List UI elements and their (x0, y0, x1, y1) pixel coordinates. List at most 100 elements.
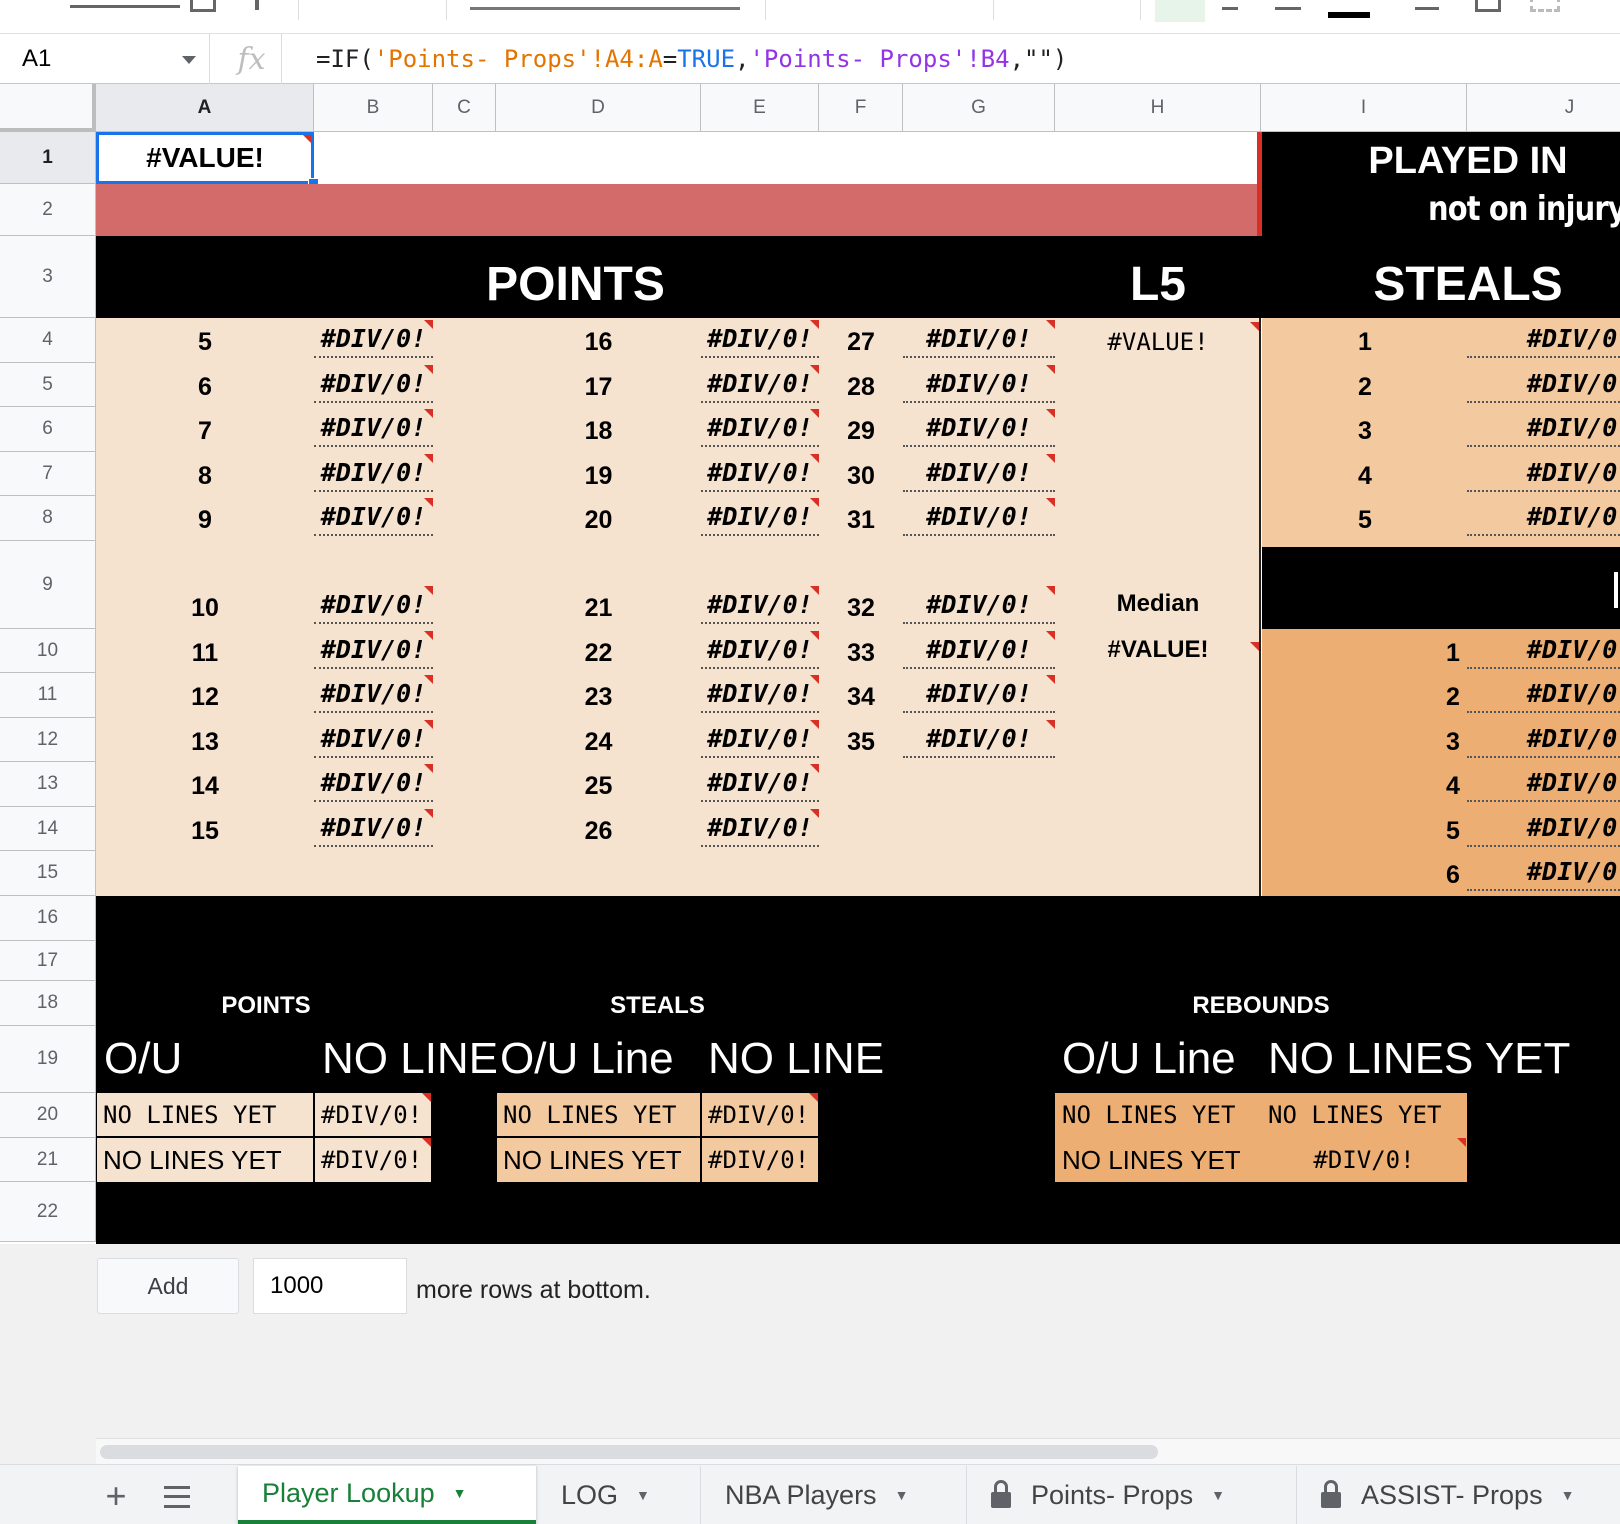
lock-icon (991, 1480, 1011, 1508)
borders-icon[interactable] (1475, 0, 1501, 12)
points-number: 25 (584, 771, 613, 800)
row-header-1[interactable]: 1 (0, 132, 96, 184)
row-header-7[interactable]: 7 (0, 452, 96, 496)
column-header-f[interactable]: F (819, 84, 903, 132)
row-header-19[interactable]: 19 (0, 1026, 96, 1093)
points-line-r20: NO LINES YET (97, 1093, 313, 1136)
steals-error-value: #DIV/0! (1467, 631, 1620, 669)
row-header-12[interactable]: 12 (0, 718, 96, 762)
points-number: 16 (584, 327, 613, 356)
chevron-down-icon[interactable]: ▼ (636, 1487, 650, 1503)
strikethrough-icon[interactable] (1275, 0, 1301, 10)
row-header-22[interactable]: 22 (0, 1182, 96, 1242)
points-result-r20: #DIV/0! (315, 1093, 431, 1136)
column-header-a[interactable]: A (96, 84, 314, 132)
points-number: 33 (847, 638, 875, 667)
sheet-tab-assist-props[interactable]: ASSIST- Props ▼ (1296, 1466, 1620, 1524)
text-color-icon[interactable] (1328, 12, 1370, 18)
add-rows-button[interactable]: Add (97, 1258, 239, 1314)
rows-count-input[interactable] (253, 1258, 407, 1314)
bottom-steals-label: STEALS (610, 992, 705, 1019)
column-header-h[interactable]: H (1055, 84, 1261, 132)
points-error-value: #DIV/0! (314, 720, 433, 758)
merge-icon[interactable] (1530, 0, 1560, 12)
row-header-10[interactable]: 10 (0, 629, 96, 673)
sheet-tab-points-props[interactable]: Points- Props ▼ (966, 1466, 1296, 1524)
points-number: 32 (847, 593, 875, 622)
steals-error-value: #DIV/0! (1467, 853, 1620, 891)
points-error-value: #DIV/0! (903, 454, 1055, 492)
points-error-value: #DIV/0! (903, 365, 1055, 403)
row-header-17[interactable]: 17 (0, 941, 96, 981)
column-header-d[interactable]: D (496, 84, 701, 132)
points-number: 17 (584, 372, 613, 401)
formula-input[interactable]: =IF('Points- Props'!A4:A = TRUE, 'Points- P… (316, 34, 1596, 84)
chevron-down-icon[interactable]: ▼ (1211, 1487, 1225, 1503)
add-rows-button-label: Add (147, 1272, 189, 1299)
points-number: 8 (198, 461, 212, 490)
sheet-tab-nba-players[interactable]: NBA Players ▼ (700, 1466, 966, 1524)
points-error-value: #DIV/0! (701, 675, 819, 713)
row-header-5[interactable]: 5 (0, 363, 96, 407)
points-number: 19 (584, 461, 613, 490)
row-header-8[interactable]: 8 (0, 496, 96, 541)
fill-color-icon[interactable] (1415, 0, 1439, 10)
row-header-18[interactable]: 18 (0, 981, 96, 1026)
sheet-tab-log[interactable]: LOG ▼ (536, 1466, 700, 1524)
sheet-tab-player-lookup[interactable]: Player Lookup ▼ (238, 1466, 536, 1524)
paint-format-icon[interactable] (255, 0, 259, 10)
add-sheet-icon[interactable]: + (98, 1475, 134, 1516)
row-header-4[interactable]: 4 (0, 318, 96, 363)
column-header-i[interactable]: I (1261, 84, 1467, 132)
cell-a1[interactable]: #VALUE! (96, 132, 314, 184)
points-number: 9 (198, 505, 212, 534)
row-header-3[interactable]: 3 (0, 236, 96, 318)
row-header-21[interactable]: 21 (0, 1138, 96, 1182)
steals-noline-header: NO LINE (708, 1034, 885, 1083)
column-header-b[interactable]: B (314, 84, 433, 132)
chevron-down-icon[interactable]: ▼ (895, 1487, 909, 1503)
row-header-16[interactable]: 16 (0, 896, 96, 941)
rebounds-line-r20: NO LINES YET (1062, 1100, 1236, 1129)
format-icons[interactable] (470, 0, 740, 10)
steals-line-r20: NO LINES YET (497, 1093, 700, 1136)
points-ou-header: O/U (104, 1034, 183, 1083)
points-number: 7 (198, 416, 212, 445)
points-error-value: #DIV/0! (314, 586, 433, 624)
points-error-value: #DIV/0! (701, 764, 819, 802)
steals-number: 1 (1358, 327, 1372, 356)
row-header-9[interactable]: 9 (0, 541, 96, 629)
column-header-j[interactable]: J (1467, 84, 1620, 132)
column-header-g[interactable]: G (903, 84, 1055, 132)
formula-segment: 'Points- Props'!A4:A (373, 45, 663, 73)
column-header-c[interactable]: C (433, 84, 496, 132)
formula-segment: TRUE (677, 45, 736, 73)
horizontal-scrollbar-thumb[interactable] (100, 1445, 1158, 1459)
chevron-down-icon[interactable] (182, 56, 196, 64)
sheet-tab-label: Points- Props (1031, 1479, 1194, 1510)
select-all-corner[interactable] (0, 84, 96, 132)
all-sheets-icon[interactable] (164, 1486, 190, 1508)
column-header-e[interactable]: E (701, 84, 819, 132)
row-header-15[interactable]: 15 (0, 851, 96, 896)
row-header-2[interactable]: 2 (0, 184, 96, 236)
row-header-6[interactable]: 6 (0, 407, 96, 452)
played-in-subtitle: not on injury (1428, 189, 1620, 229)
row-header-11[interactable]: 11 (0, 673, 96, 718)
print-icon[interactable] (190, 0, 216, 12)
bold-icon[interactable] (1155, 0, 1205, 22)
row-header-20[interactable]: 20 (0, 1093, 96, 1138)
points-number: 34 (847, 682, 875, 711)
points-error-value: #DIV/0! (701, 498, 819, 536)
row-header-14[interactable]: 14 (0, 807, 96, 851)
chevron-down-icon[interactable]: ▼ (1561, 1487, 1575, 1503)
italic-icon[interactable] (1222, 0, 1238, 10)
undo-redo-icons[interactable] (70, 0, 180, 8)
column-divider (1259, 318, 1261, 896)
horizontal-scrollbar-track[interactable] (96, 1438, 1620, 1464)
fx-icon: fx (222, 34, 282, 84)
steals-number: 3 (1358, 416, 1372, 445)
row-header-13[interactable]: 13 (0, 762, 96, 807)
chevron-down-icon[interactable]: ▼ (453, 1485, 467, 1501)
name-box[interactable]: A1 (0, 34, 210, 84)
